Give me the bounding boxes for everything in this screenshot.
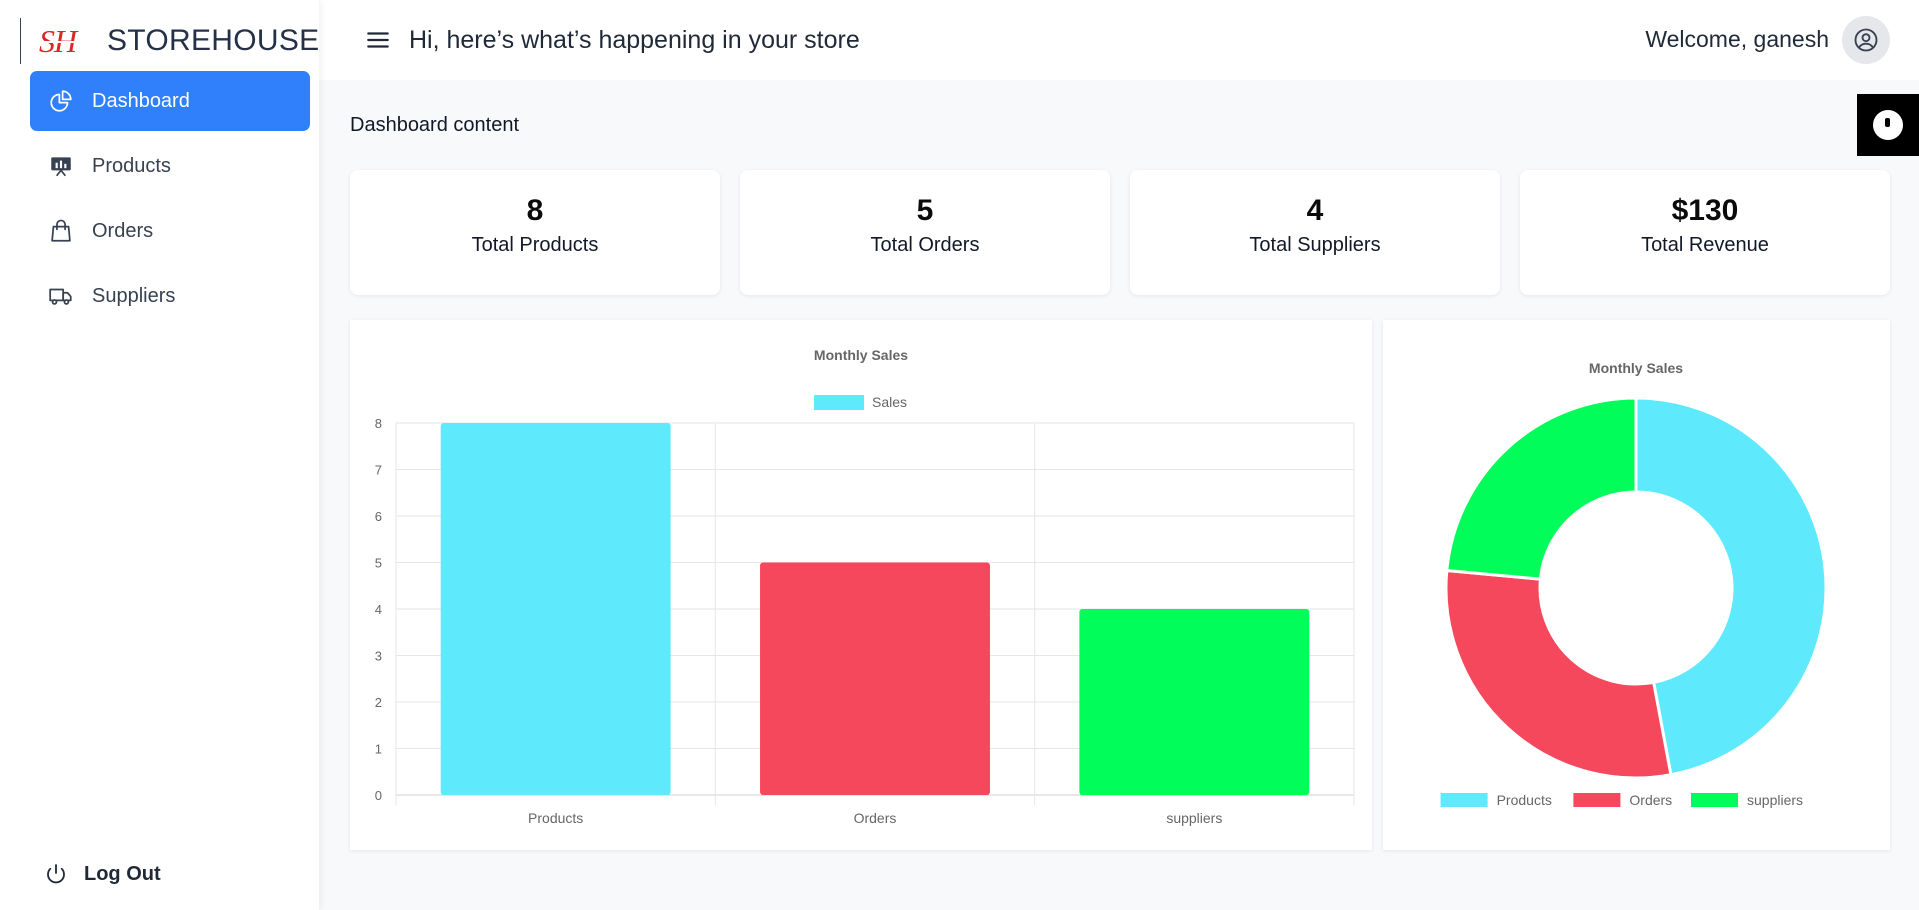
stat-card-products: 8 Total Products: [350, 170, 720, 295]
x-tick-label: suppliers: [1166, 810, 1222, 826]
top-header: Hi, here’s what’s happening in your stor…: [319, 0, 1919, 80]
sidebar-item-label: Orders: [92, 219, 154, 242]
stat-card-revenue: $130 Total Revenue: [1520, 170, 1890, 295]
legend-label: suppliers: [1747, 792, 1803, 808]
welcome-text: Welcome, ganesh: [1645, 26, 1829, 52]
logout-button[interactable]: Log Out: [44, 862, 161, 886]
stat-label: Total Revenue: [1641, 234, 1769, 256]
y-tick-label: 0: [375, 788, 382, 803]
page-greeting: Hi, here’s what’s happening in your stor…: [409, 25, 860, 54]
stat-value: 4: [1306, 194, 1324, 227]
chat-bubble-icon: [1873, 110, 1903, 140]
x-tick-label: Orders: [854, 810, 897, 826]
y-tick-label: 1: [375, 742, 382, 757]
feedback-tab[interactable]: [1857, 94, 1919, 156]
doughnut-slice: [1634, 396, 1828, 777]
y-tick-label: 2: [375, 695, 382, 710]
bar-chart-panel: Monthly Sales Sales 0 1 2 3 4 5 6 7 8 Products Order…: [350, 320, 1372, 850]
y-tick-label: 3: [375, 649, 382, 664]
pie-chart-icon: [46, 86, 76, 116]
legend-label: Orders: [1629, 792, 1672, 808]
truck-icon: [46, 281, 76, 311]
y-tick-label: 8: [375, 416, 382, 431]
avatar-button[interactable]: [1842, 16, 1890, 64]
sidebar-item-label: Products: [92, 154, 171, 177]
shopping-bag-icon: [46, 216, 76, 246]
stat-card-orders: 5 Total Orders: [740, 170, 1110, 295]
stat-card-suppliers: 4 Total Suppliers: [1130, 170, 1500, 295]
legend-swatch: [1691, 793, 1738, 807]
content-title: Dashboard content: [350, 114, 520, 136]
brand-name: STOREHOUSE: [107, 24, 320, 57]
x-tick-label: Products: [528, 810, 583, 826]
sidebar: SH STOREHOUSE Dashboard Products Orders …: [0, 0, 319, 910]
bar: [440, 423, 671, 795]
sidebar-item-orders[interactable]: Orders: [30, 201, 310, 261]
y-tick-label: 4: [375, 602, 382, 617]
brand-logo: SH: [39, 25, 89, 57]
stat-label: Total Products: [471, 234, 599, 256]
sidebar-item-suppliers[interactable]: Suppliers: [30, 266, 310, 326]
sidebar-item-label: Dashboard: [92, 89, 190, 112]
hamburger-icon: [367, 32, 389, 48]
user-circle-icon: [1854, 28, 1878, 52]
y-tick-label: 5: [375, 556, 382, 571]
legend-swatch: [1440, 793, 1488, 807]
chart-title: Monthly Sales: [1589, 360, 1683, 376]
legend-swatch: [814, 395, 864, 410]
doughnut-chart: Monthly Sales Products Orders suppliers: [1440, 360, 1828, 808]
bar: [760, 562, 990, 795]
presentation-icon: [46, 151, 76, 181]
chart-title: Monthly Sales: [814, 347, 908, 363]
stat-label: Total Suppliers: [1249, 234, 1381, 256]
sidebar-nav: Dashboard Products Orders Suppliers: [30, 71, 310, 331]
stat-label: Total Orders: [870, 234, 980, 256]
sidebar-item-dashboard[interactable]: Dashboard: [30, 71, 310, 131]
brand[interactable]: SH STOREHOUSE: [20, 18, 320, 64]
stat-value: 5: [916, 194, 934, 227]
y-tick-label: 7: [375, 463, 382, 478]
menu-toggle-button[interactable]: [361, 23, 395, 57]
sidebar-item-products[interactable]: Products: [30, 136, 310, 196]
y-tick-label: 6: [375, 509, 382, 524]
bar: [1079, 609, 1310, 795]
stat-value: $130: [1671, 194, 1739, 227]
doughnut-slice: [1444, 568, 1673, 780]
stat-value: 8: [526, 194, 544, 227]
bar-chart: Monthly Sales Sales 0 1 2 3 4 5 6 7 8 Products Order…: [375, 347, 1355, 826]
power-icon: [47, 864, 65, 884]
sidebar-item-label: Suppliers: [92, 284, 176, 307]
logout-label: Log Out: [84, 862, 161, 885]
legend-label: Products: [1497, 792, 1552, 808]
doughnut-slice: [1445, 396, 1638, 581]
legend-swatch: [1573, 793, 1621, 807]
legend-label: Sales: [872, 394, 907, 410]
doughnut-chart-panel: Monthly Sales Products Orders suppliers: [1383, 320, 1890, 850]
